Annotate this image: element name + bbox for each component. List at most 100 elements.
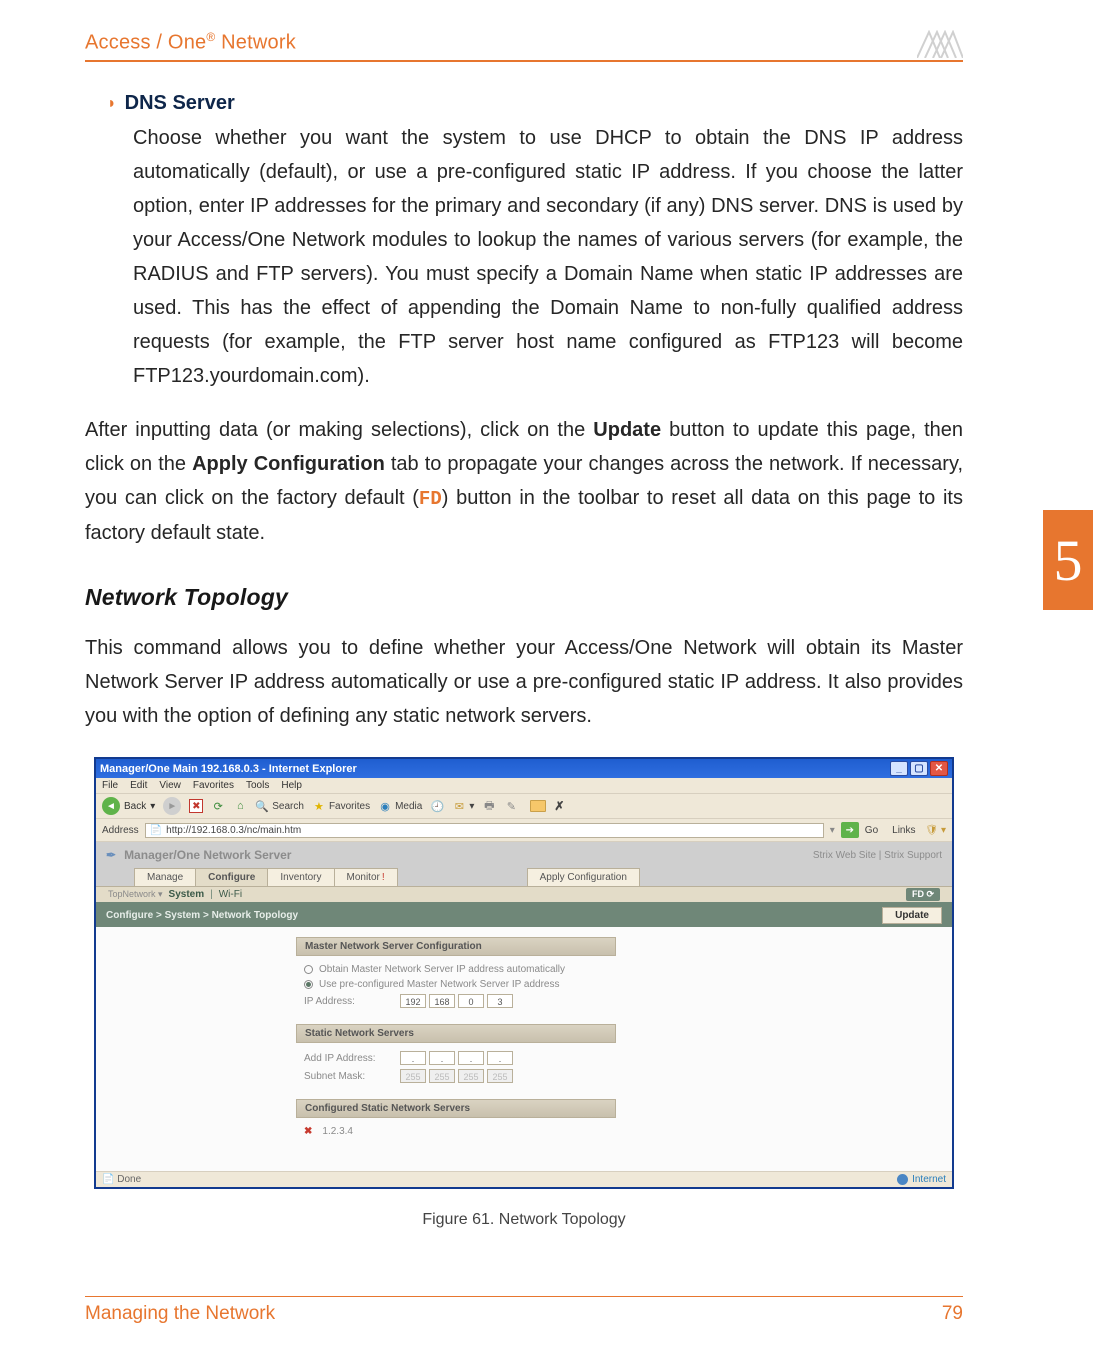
- configured-entry-ip: 1.2.3.4: [322, 1126, 353, 1137]
- history-button[interactable]: 🕘: [430, 799, 444, 813]
- section-heading-network-topology: Network Topology: [85, 584, 963, 611]
- ip-cell: 255: [400, 1069, 426, 1083]
- fd-code: FD: [419, 488, 442, 510]
- status-internet: Internet: [897, 1174, 946, 1185]
- mail-button[interactable]: ✉▾: [452, 799, 474, 813]
- page-icon: 📄: [102, 1174, 114, 1185]
- maximize-button[interactable]: ▢: [910, 761, 928, 776]
- radio-static-label: Use pre-configured Master Network Server…: [319, 979, 559, 990]
- main-tabs: Manage Configure Inventory Monitor! Appl…: [96, 868, 952, 886]
- stop-button[interactable]: ✖: [189, 799, 203, 813]
- menu-tools[interactable]: Tools: [246, 780, 269, 791]
- edit-button[interactable]: ✎: [504, 799, 518, 813]
- tab-monitor[interactable]: Monitor!: [334, 868, 398, 886]
- subnet-label: Subnet Mask:: [304, 1071, 394, 1082]
- subnav-system[interactable]: System: [169, 889, 205, 900]
- radio-auto[interactable]: Obtain Master Network Server IP address …: [304, 962, 912, 977]
- print-button[interactable]: 🖶: [482, 799, 496, 813]
- product-name: Access / One® Network: [85, 30, 296, 55]
- links-label[interactable]: Links: [892, 825, 915, 836]
- browser-window: Manager/One Main 192.168.0.3 - Internet …: [94, 757, 954, 1189]
- tab-inventory[interactable]: Inventory: [267, 868, 334, 886]
- figure-network-topology: Manager/One Main 192.168.0.3 - Internet …: [85, 757, 963, 1229]
- brand-title: Manager/One Network Server: [124, 848, 291, 862]
- bold-apply-config: Apply Configuration: [192, 453, 385, 475]
- brand-feather-icon: ✒: [106, 848, 116, 862]
- footer-section-title: Managing the Network: [85, 1303, 275, 1325]
- back-label: Back: [124, 801, 146, 812]
- panel-master-server: Master Network Server Configuration Obta…: [296, 937, 912, 1016]
- favorites-label: Favorites: [329, 801, 370, 812]
- page-header: Access / One® Network: [85, 30, 963, 62]
- ip-cell[interactable]: .: [487, 1051, 513, 1065]
- bullet-heading: ◗ DNS Server: [107, 92, 963, 115]
- tab-manage[interactable]: Manage: [134, 868, 196, 886]
- update-button[interactable]: Update: [882, 907, 942, 924]
- page-icon: 📄: [150, 825, 162, 836]
- section-paragraph: This command allows you to define whethe…: [85, 631, 963, 733]
- subnav-wifi[interactable]: Wi-Fi: [219, 889, 242, 900]
- body-paragraph-update: After inputting data (or making selectio…: [85, 413, 963, 550]
- add-ip-input[interactable]: . . . .: [400, 1051, 513, 1065]
- go-button[interactable]: ➔: [841, 822, 859, 838]
- radio-icon: [304, 965, 313, 974]
- ip-cell: 255: [458, 1069, 484, 1083]
- browser-menubar: File Edit View Favorites Tools Help: [96, 778, 952, 793]
- ip-cell[interactable]: .: [400, 1051, 426, 1065]
- norton-icon[interactable]: 🛡 ▾: [926, 825, 947, 836]
- close-button[interactable]: ✕: [930, 761, 948, 776]
- subnet-input[interactable]: 255 255 255 255: [400, 1069, 513, 1083]
- status-done: 📄 Done: [102, 1174, 141, 1185]
- ip-cell[interactable]: 192: [400, 994, 426, 1008]
- menu-view[interactable]: View: [159, 780, 181, 791]
- ip-cell[interactable]: 3: [487, 994, 513, 1008]
- titlebar-buttons: _ ▢ ✕: [890, 761, 948, 776]
- folder-icon[interactable]: [530, 800, 546, 812]
- app-links[interactable]: Strix Web Site | Strix Support: [813, 850, 942, 861]
- menu-help[interactable]: Help: [281, 780, 302, 791]
- browser-toolbar: ◄Back ▾ ► ✖ ⟳ ⌂ 🔍Search ★Favorites ◉Medi…: [96, 793, 952, 819]
- ip-cell[interactable]: .: [458, 1051, 484, 1065]
- bullet-title: DNS Server: [125, 92, 235, 115]
- home-button[interactable]: ⌂: [233, 799, 247, 813]
- toolbar-x-icon[interactable]: ✗: [554, 799, 564, 813]
- back-button[interactable]: ◄Back ▾: [102, 797, 155, 815]
- page-number: 79: [942, 1303, 963, 1325]
- tab-apply-configuration[interactable]: Apply Configuration: [527, 868, 640, 886]
- panel-static-servers: Static Network Servers Add IP Address: .…: [296, 1024, 912, 1091]
- add-ip-label: Add IP Address:: [304, 1053, 394, 1064]
- address-input[interactable]: 📄http://192.168.0.3/nc/main.htm: [145, 823, 824, 838]
- menu-edit[interactable]: Edit: [130, 780, 147, 791]
- product-name-a: Access / One: [85, 32, 206, 54]
- alert-icon: !: [382, 872, 385, 883]
- product-name-b: Network: [215, 32, 296, 54]
- forward-button[interactable]: ►: [163, 797, 181, 815]
- master-ip-input[interactable]: 192 168 0 3: [400, 994, 513, 1008]
- page-footer: Managing the Network 79: [85, 1296, 963, 1325]
- ip-cell: 255: [429, 1069, 455, 1083]
- address-label: Address: [102, 825, 139, 836]
- ip-cell[interactable]: .: [429, 1051, 455, 1065]
- ip-cell: 255: [487, 1069, 513, 1083]
- delete-icon[interactable]: ✖: [304, 1126, 312, 1137]
- sub-nav: TopNetwork ▾ System | Wi-Fi FD ⟳: [96, 886, 952, 904]
- ip-cell[interactable]: 0: [458, 994, 484, 1008]
- tab-configure[interactable]: Configure: [195, 868, 268, 886]
- radio-static[interactable]: Use pre-configured Master Network Server…: [304, 977, 912, 992]
- menu-file[interactable]: File: [102, 780, 118, 791]
- menu-favorites[interactable]: Favorites: [193, 780, 234, 791]
- favorites-button[interactable]: ★Favorites: [312, 799, 370, 813]
- media-button[interactable]: ◉Media: [378, 799, 422, 813]
- ip-cell[interactable]: 168: [429, 994, 455, 1008]
- panel-configured-title: Configured Static Network Servers: [296, 1099, 616, 1118]
- window-title: Manager/One Main 192.168.0.3 - Internet …: [100, 763, 357, 775]
- search-button[interactable]: 🔍Search: [255, 799, 304, 813]
- breadcrumb-text: Configure > System > Network Topology: [106, 910, 298, 921]
- minimize-button[interactable]: _: [890, 761, 908, 776]
- bullet-paragraph: Choose whether you want the system to us…: [133, 121, 963, 393]
- browser-addressbar: Address 📄http://192.168.0.3/nc/main.htm …: [96, 819, 952, 842]
- app-header: ✒ Manager/One Network Server Strix Web S…: [96, 842, 952, 868]
- fd-button[interactable]: FD ⟳: [906, 888, 940, 901]
- panel-static-title: Static Network Servers: [296, 1024, 616, 1043]
- refresh-button[interactable]: ⟳: [211, 799, 225, 813]
